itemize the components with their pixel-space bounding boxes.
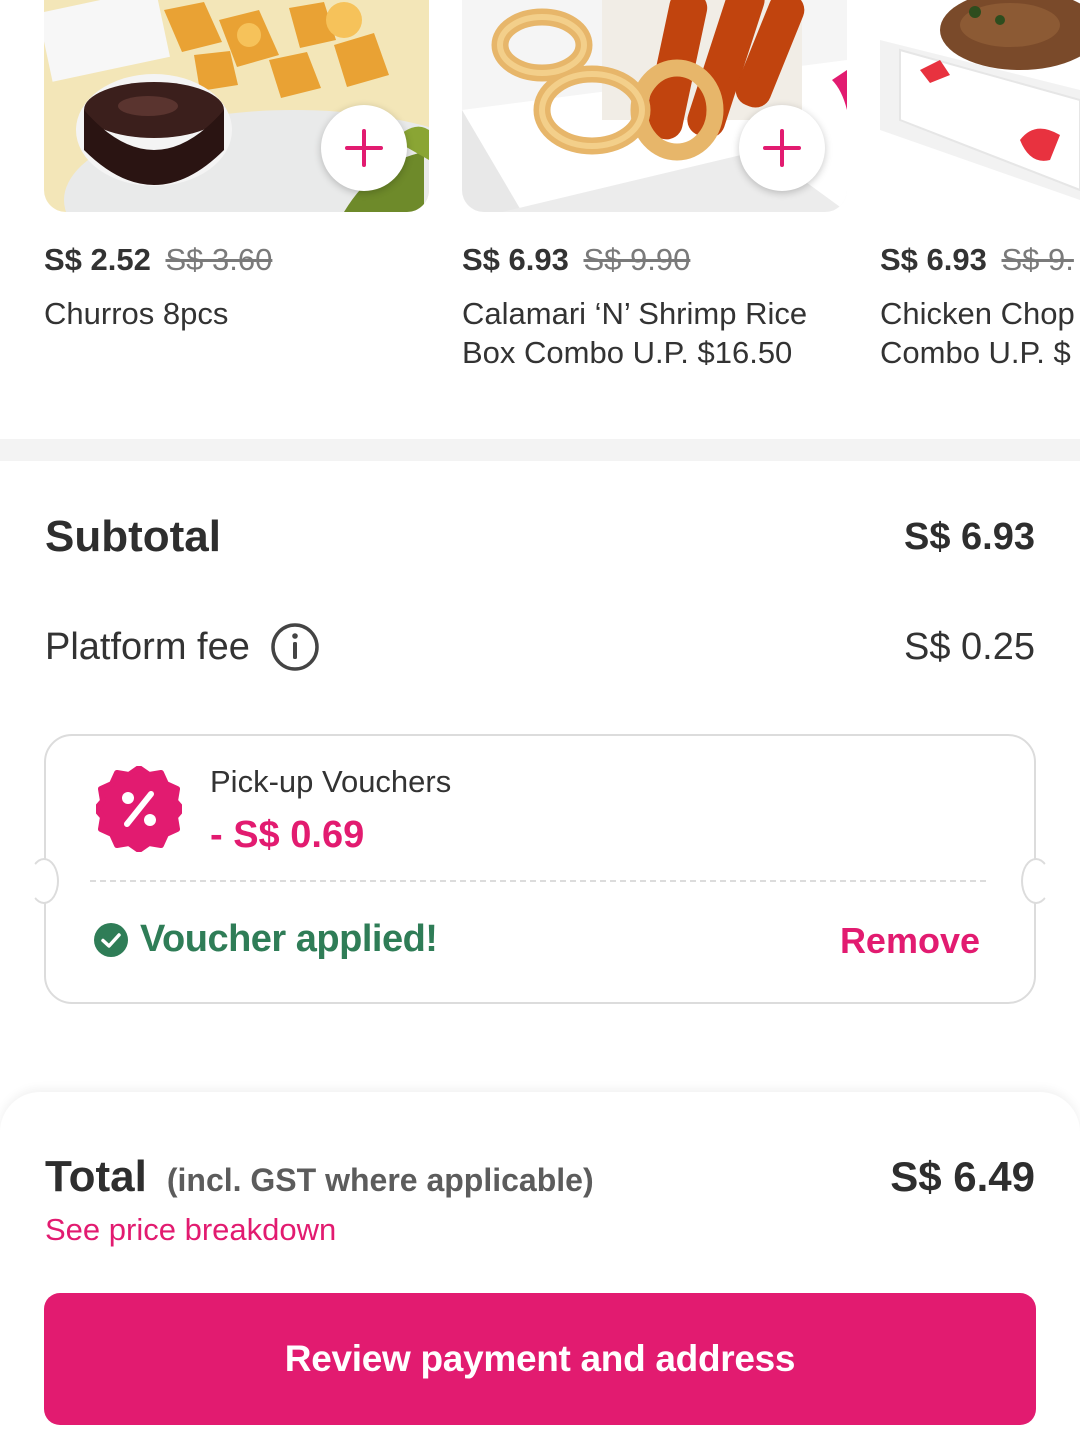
price-breakdown-link[interactable]: See price breakdown: [45, 1212, 336, 1248]
product-name: Calamari ‘N’ Shrimp Rice Box Combo U.P. …: [462, 296, 808, 370]
product-prices: S$ 6.93 S$ 9.90: [462, 242, 847, 277]
product-price: S$ 6.93: [880, 242, 987, 277]
total-label: Total: [45, 1152, 147, 1201]
voucher-card: Pick-up Vouchers - S$ 0.69 Voucher appli…: [29, 734, 1051, 1004]
voucher-divider: [90, 880, 986, 882]
voucher-title: Pick-up Vouchers: [210, 764, 452, 799]
product-price: S$ 6.93: [462, 242, 569, 277]
remove-voucher-button[interactable]: Remove: [840, 920, 980, 962]
voucher-notch: [1021, 858, 1051, 904]
add-to-cart-button[interactable]: [321, 105, 407, 191]
review-payment-button[interactable]: Review payment and address: [44, 1293, 1036, 1425]
plus-icon: [763, 129, 801, 167]
platform-fee-value: S$ 0.25: [904, 625, 1035, 668]
total-tax-note: (incl. GST where applicable): [166, 1162, 594, 1198]
total-row: Total (incl. GST where applicable) S$ 6.…: [45, 1152, 1035, 1202]
product-prices: S$ 6.93 S$ 9.: [880, 242, 1080, 277]
subtotal-row: Subtotal S$ 6.93: [45, 510, 1035, 564]
product-carousel[interactable]: S$ 2.52 S$ 3.60 Churros 8pcs S$ 6.93 S$ …: [0, 0, 1080, 440]
product-prices: S$ 2.52 S$ 3.60: [44, 242, 429, 277]
voucher-applied-text: Voucher applied!: [140, 918, 438, 960]
product-price: S$ 2.52: [44, 242, 151, 277]
product-image: [44, 0, 429, 212]
voucher-discount-amount: - S$ 0.69: [210, 814, 365, 856]
voucher-notch: [29, 858, 59, 904]
product-card[interactable]: S$ 6.93 S$ 9.90 Calamari ‘N’ Shrimp Rice…: [462, 0, 847, 372]
total-value: S$ 6.49: [890, 1153, 1035, 1200]
platform-fee-row: Platform fee S$ 0.25: [45, 620, 1035, 674]
discount-badge-icon: [96, 766, 182, 852]
product-name: Chicken Chop Combo U.P. $: [880, 296, 1075, 370]
checkout-footer: Total (incl. GST where applicable) S$ 6.…: [0, 1092, 1080, 1440]
product-image: [880, 0, 1080, 212]
product-card[interactable]: S$ 2.52 S$ 3.60 Churros 8pcs: [44, 0, 429, 333]
product-original-price: S$ 3.60: [165, 242, 273, 277]
add-to-cart-button[interactable]: [739, 105, 825, 191]
platform-fee-label: Platform fee: [45, 625, 250, 668]
section-divider: [0, 439, 1080, 461]
subtotal-value: S$ 6.93: [904, 515, 1035, 558]
product-original-price: S$ 9.90: [583, 242, 691, 277]
product-image: [462, 0, 847, 212]
product-name: Churros 8pcs: [44, 296, 229, 331]
chicken-chop-image: [880, 0, 1080, 212]
plus-icon: [345, 129, 383, 167]
subtotal-label: Subtotal: [45, 512, 221, 561]
product-card[interactable]: S$ 6.93 S$ 9. Chicken Chop Combo U.P. $: [880, 0, 1080, 372]
voucher-status: Voucher applied!: [94, 918, 438, 961]
info-icon[interactable]: [270, 622, 320, 672]
check-circle-icon: [94, 922, 128, 957]
product-original-price: S$ 9.: [1001, 242, 1074, 277]
